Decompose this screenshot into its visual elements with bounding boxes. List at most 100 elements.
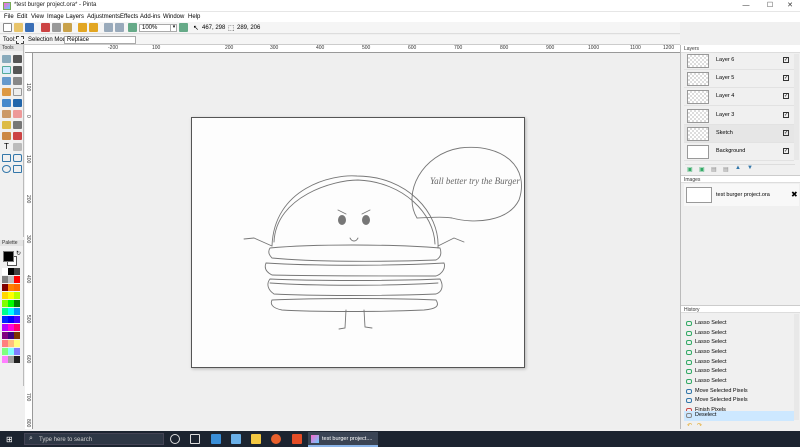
palette-swatch[interactable]: [14, 284, 20, 291]
palette-swatch[interactable]: [14, 340, 20, 347]
edge-icon[interactable]: [211, 434, 221, 444]
rounded-rectangle-icon[interactable]: [13, 154, 22, 162]
palette-swatch[interactable]: [14, 292, 20, 299]
move-layer-down-icon[interactable]: ▼: [747, 165, 753, 171]
palette-swatch[interactable]: [14, 316, 20, 323]
paste-icon[interactable]: [63, 23, 72, 32]
layer-visibility-checkbox[interactable]: ✓: [783, 130, 789, 136]
menu-effects[interactable]: Effects: [118, 13, 140, 21]
history-item[interactable]: Lasso Select: [684, 348, 794, 358]
delete-layer-icon[interactable]: ▤: [711, 166, 717, 173]
task-view-icon[interactable]: [190, 434, 200, 444]
line-curve-icon[interactable]: [13, 143, 22, 151]
move-selection-icon[interactable]: [13, 66, 22, 74]
image-canvas[interactable]: Yall better try the Burger: [191, 117, 525, 368]
ellipse-select-icon[interactable]: [2, 77, 11, 85]
move-layer-up-icon[interactable]: ▲: [735, 165, 741, 171]
undo-icon[interactable]: ↶: [687, 422, 692, 429]
close-button[interactable]: ✕: [780, 0, 800, 12]
palette-swatch[interactable]: [14, 308, 20, 315]
minimize-button[interactable]: —: [736, 0, 756, 12]
palette-swatch[interactable]: [14, 324, 20, 331]
eraser-icon[interactable]: [13, 110, 22, 118]
new-file-icon[interactable]: [3, 23, 12, 32]
layer-row[interactable]: Background ✓: [684, 143, 794, 161]
menu-layers[interactable]: Layers: [64, 13, 86, 21]
menu-window[interactable]: Window: [161, 13, 186, 21]
menu-addins[interactable]: Add-ins: [138, 13, 162, 21]
gradient-icon[interactable]: [13, 99, 22, 107]
save-icon[interactable]: [25, 23, 34, 32]
move-selected-icon[interactable]: [13, 55, 22, 63]
file-explorer-icon[interactable]: [251, 434, 261, 444]
crop-icon[interactable]: [104, 23, 113, 32]
add-layer-icon[interactable]: ▣: [687, 166, 693, 173]
pan-icon[interactable]: [13, 88, 22, 96]
rectangle-select-icon[interactable]: [2, 55, 11, 63]
freeform-shape-icon[interactable]: [13, 165, 22, 173]
text-icon[interactable]: T: [2, 143, 11, 151]
firefox-icon[interactable]: [271, 434, 281, 444]
html5-icon[interactable]: [292, 434, 302, 444]
history-item[interactable]: Lasso Select: [684, 319, 794, 329]
undo-icon[interactable]: [78, 23, 87, 32]
layer-visibility-checkbox[interactable]: ✓: [783, 112, 789, 118]
layer-row[interactable]: Layer 5 ✓: [684, 70, 794, 88]
history-item[interactable]: Lasso Select: [684, 367, 794, 377]
palette-swatch[interactable]: [14, 356, 20, 363]
lasso-tool-icon[interactable]: [16, 36, 24, 44]
layer-visibility-checkbox[interactable]: ✓: [783, 93, 789, 99]
cortana-icon[interactable]: [170, 434, 180, 444]
zoom-out-icon[interactable]: [128, 23, 137, 32]
menu-help[interactable]: Help: [186, 13, 202, 21]
open-folder-icon[interactable]: [14, 23, 23, 32]
history-item[interactable]: Move Selected Pixels: [684, 396, 794, 406]
recolor-icon[interactable]: [13, 132, 22, 140]
layer-visibility-checkbox[interactable]: ✓: [783, 57, 789, 63]
pencil-icon[interactable]: [2, 121, 11, 129]
palette-swatch[interactable]: [14, 300, 20, 307]
deselect-icon[interactable]: [115, 23, 124, 32]
menu-adjustments[interactable]: Adjustments: [85, 13, 122, 21]
taskbar-pinta-button[interactable]: test burger project....: [308, 432, 378, 447]
cut-icon[interactable]: [41, 23, 50, 32]
layer-row[interactable]: Layer 3 ✓: [684, 107, 794, 125]
windows-start-icon[interactable]: ⊞: [6, 435, 15, 444]
layer-row[interactable]: Layer 4 ✓: [684, 88, 794, 106]
close-image-icon[interactable]: ✖: [791, 190, 798, 199]
menu-view[interactable]: View: [29, 13, 46, 21]
palette-swatch[interactable]: [14, 348, 20, 355]
layer-row[interactable]: Layer 6 ✓: [684, 52, 794, 70]
store-icon[interactable]: [231, 434, 241, 444]
zoom-icon[interactable]: [13, 77, 22, 85]
history-item[interactable]: Lasso Select: [684, 338, 794, 348]
rectangle-icon[interactable]: [2, 154, 11, 162]
history-item[interactable]: Lasso Select: [684, 377, 794, 387]
swap-colors-icon[interactable]: ↻: [16, 250, 21, 257]
zoom-in-icon[interactable]: [179, 23, 188, 32]
taskbar-search[interactable]: ⌕ Type here to search: [24, 433, 164, 445]
layer-visibility-checkbox[interactable]: ✓: [783, 148, 789, 154]
palette-swatch[interactable]: [14, 276, 20, 283]
history-scrollbar[interactable]: [794, 314, 799, 420]
duplicate-layer-icon[interactable]: ▣: [699, 166, 705, 173]
copy-icon[interactable]: [52, 23, 61, 32]
history-item-selected[interactable]: Deselect: [684, 411, 794, 421]
menu-file[interactable]: File: [2, 13, 16, 21]
menu-edit[interactable]: Edit: [15, 13, 29, 21]
layers-scrollbar[interactable]: [794, 54, 799, 160]
palette-swatch[interactable]: [14, 268, 20, 275]
menu-image[interactable]: Image: [45, 13, 66, 21]
palette-swatch[interactable]: [14, 332, 20, 339]
selection-mode-select[interactable]: Replace: [64, 36, 136, 44]
chevron-down-icon[interactable]: ▾: [170, 24, 177, 32]
maximize-button[interactable]: ☐: [760, 0, 780, 12]
layer-properties-icon[interactable]: ▤: [723, 166, 729, 173]
layer-row-selected[interactable]: Sketch ✓: [684, 125, 794, 143]
clone-stamp-icon[interactable]: [2, 132, 11, 140]
primary-color-swatch[interactable]: [3, 251, 14, 262]
redo-icon[interactable]: [89, 23, 98, 32]
color-picker-icon[interactable]: [13, 121, 22, 129]
lasso-select-icon[interactable]: [2, 66, 11, 74]
redo-icon[interactable]: ↷: [697, 422, 702, 429]
